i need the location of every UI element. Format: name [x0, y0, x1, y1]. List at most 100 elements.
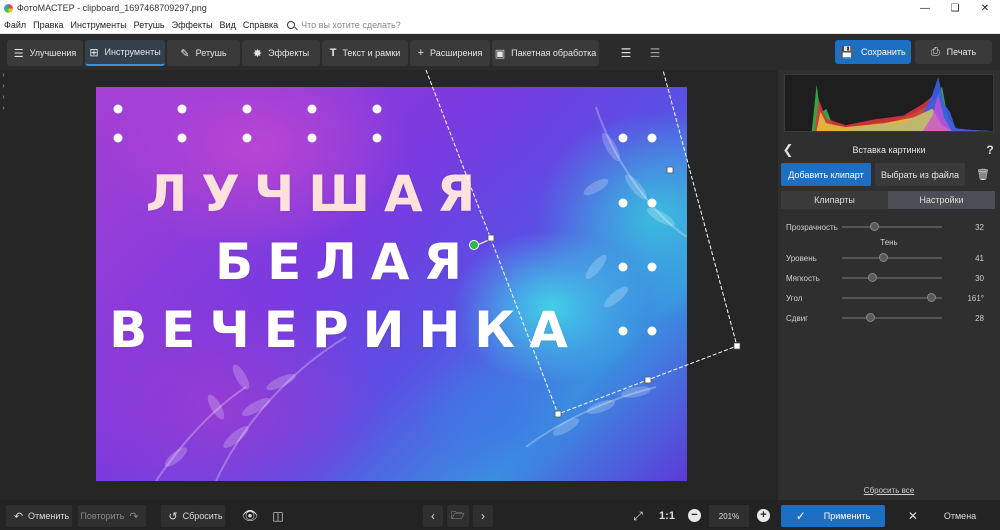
offset-slider[interactable] [842, 313, 942, 322]
headline-line-3: ВЕЧЕРИНКА [109, 301, 582, 359]
redo-button[interactable]: Повторить ↷ [78, 505, 146, 527]
chevron-right-icon: › [2, 72, 5, 79]
maximize-icon[interactable]: ❏ [940, 0, 970, 16]
offset-value: 28 [975, 313, 984, 323]
choose-from-file-button[interactable]: Выбрать из файла [875, 163, 965, 186]
leaf-decoration [155, 106, 687, 481]
chevron-right-icon: › [2, 105, 5, 112]
print-button[interactable]: ⎙ Печать [915, 40, 992, 64]
tab-extensions[interactable]: + Расширения [410, 40, 490, 66]
menu-search[interactable]: Что вы хотите сделать? [287, 20, 401, 30]
prev-arrow-icon[interactable]: ‹ [423, 505, 443, 527]
cancel-label: Отмена [943, 511, 977, 521]
panel-title: Вставка картинки [852, 145, 926, 155]
zoom-in-icon[interactable]: + [757, 509, 770, 522]
menu-item-edit[interactable]: Правка [29, 20, 66, 30]
angle-label: Угол [786, 293, 803, 303]
reset-button[interactable]: ↺ Сбросить [161, 505, 225, 527]
offset-slider-row: Сдвиг 28 [778, 311, 1000, 325]
menu-item-retouch[interactable]: Ретушь [130, 20, 168, 30]
close-icon[interactable]: ✕ [970, 0, 1000, 16]
canvas-area[interactable]: ЛУЧШАЯ БЕЛАЯ ВЕЧЕРИНКА [7, 70, 778, 500]
offset-slider-thumb[interactable] [865, 313, 875, 322]
level-slider-thumb[interactable] [878, 253, 888, 262]
apply-button[interactable]: ✓ Применить [781, 505, 885, 527]
level-value: 41 [975, 253, 984, 263]
tab-label: Ретушь [195, 48, 227, 58]
save-button[interactable]: 💾 Сохранить [835, 40, 911, 64]
chevron-right-icon: › [2, 83, 5, 90]
chevron-right-icon: › [2, 94, 5, 101]
eye-icon[interactable]: 👁 [240, 505, 260, 527]
window-title: ФотоМАСТЕР - clipboard_1697468709297.png [17, 3, 207, 13]
add-clipart-button[interactable]: Добавить клипарт [781, 163, 871, 186]
tab-enhancements[interactable]: ☰ Улучшения [7, 40, 83, 66]
tab-retouch[interactable]: ✎ Ретушь [167, 40, 240, 66]
level-slider[interactable] [842, 253, 942, 262]
opacity-slider[interactable] [842, 222, 942, 231]
back-arrow-icon[interactable]: ❮ [778, 142, 798, 158]
add-adjustment-icon[interactable]: ☰ [613, 40, 639, 66]
angle-slider[interactable] [842, 293, 942, 302]
print-label: Печать [946, 47, 977, 57]
right-panel: ❮ Вставка картинки ? Добавить клипарт Вы… [778, 70, 1000, 500]
crop-icon: ⊞ [89, 46, 99, 59]
title-bar: ФотоМАСТЕР - clipboard_1697468709297.png… [0, 0, 1000, 16]
opacity-slider-thumb[interactable] [869, 222, 879, 231]
offset-label: Сдвиг [786, 313, 809, 323]
menu-item-view[interactable]: Вид [216, 20, 239, 30]
tab-text-frames[interactable]: T Текст и рамки [322, 40, 408, 66]
checkmark-icon: ✓ [795, 509, 806, 523]
minimize-icon[interactable]: — [910, 0, 940, 16]
level-label: Уровень [786, 253, 817, 263]
shadow-heading: Тень [880, 238, 898, 247]
tab-label: Расширения [430, 48, 483, 58]
zoom-level[interactable]: 201% [709, 505, 749, 527]
angle-slider-thumb[interactable] [926, 293, 936, 302]
text-icon: T [329, 47, 337, 59]
softness-value: 30 [975, 273, 984, 283]
trash-icon[interactable]: 🗑 [971, 163, 995, 186]
close-icon: ✕ [907, 509, 918, 523]
one-to-one-button[interactable]: 1:1 [655, 505, 679, 527]
histogram [784, 74, 994, 132]
next-arrow-icon[interactable]: › [473, 505, 493, 527]
menu-item-help[interactable]: Справка [239, 20, 281, 30]
reset-label: Сбросить [182, 511, 223, 521]
softness-slider-row: Мягкость 30 [778, 271, 1000, 285]
tab-batch-processing[interactable]: ▣ Пакетная обработка [492, 40, 599, 66]
tab-label: Пакетная обработка [511, 48, 597, 58]
tab-label: Улучшения [29, 48, 77, 58]
menu-item-effects[interactable]: Эффекты [168, 20, 216, 30]
tab-cliparts[interactable]: Клипарты [781, 191, 888, 209]
menu-item-tools[interactable]: Инструменты [67, 20, 130, 30]
tab-tools[interactable]: ⊞ Инструменты [85, 40, 165, 66]
help-icon[interactable]: ? [980, 143, 1000, 157]
folder-icon[interactable]: 🗁 [447, 505, 469, 527]
cancel-button[interactable]: ✕ Отмена [890, 505, 994, 527]
headline-line-1: ЛУЧШАЯ [145, 165, 490, 223]
history-icon[interactable]: ☰ [642, 40, 668, 66]
floppy-icon: 💾 [840, 46, 854, 59]
compare-icon[interactable]: ◫ [268, 505, 288, 527]
tab-settings[interactable]: Настройки [888, 191, 995, 209]
menu-item-file[interactable]: Файл [0, 20, 29, 30]
search-placeholder[interactable]: Что вы хотите сделать? [301, 20, 401, 30]
left-collapse-strip[interactable]: › › › › [0, 70, 7, 500]
softness-slider[interactable] [842, 273, 942, 282]
photo-canvas[interactable]: ЛУЧШАЯ БЕЛАЯ ВЕЧЕРИНКА [96, 87, 687, 481]
headline-line-2: БЕЛАЯ [215, 233, 476, 291]
fit-to-screen-icon[interactable]: ⤢ [628, 505, 648, 527]
opacity-label: Прозрачность [786, 222, 838, 232]
save-label: Сохранить [860, 47, 906, 57]
softness-slider-thumb[interactable] [867, 273, 877, 282]
tab-label: Эффекты [268, 48, 310, 58]
tab-label: Текст и рамки [342, 48, 401, 58]
redo-label: Повторить [80, 511, 125, 521]
tab-effects[interactable]: ✸ Эффекты [242, 40, 320, 66]
undo-button[interactable]: ↶ Отменить [6, 505, 72, 527]
reset-all-link[interactable]: Сбросить все [778, 486, 1000, 495]
image-stack-icon: ▣ [494, 47, 506, 60]
menu-bar: Файл Правка Инструменты Ретушь Эффекты В… [0, 16, 1000, 34]
zoom-out-icon[interactable]: − [688, 509, 701, 522]
